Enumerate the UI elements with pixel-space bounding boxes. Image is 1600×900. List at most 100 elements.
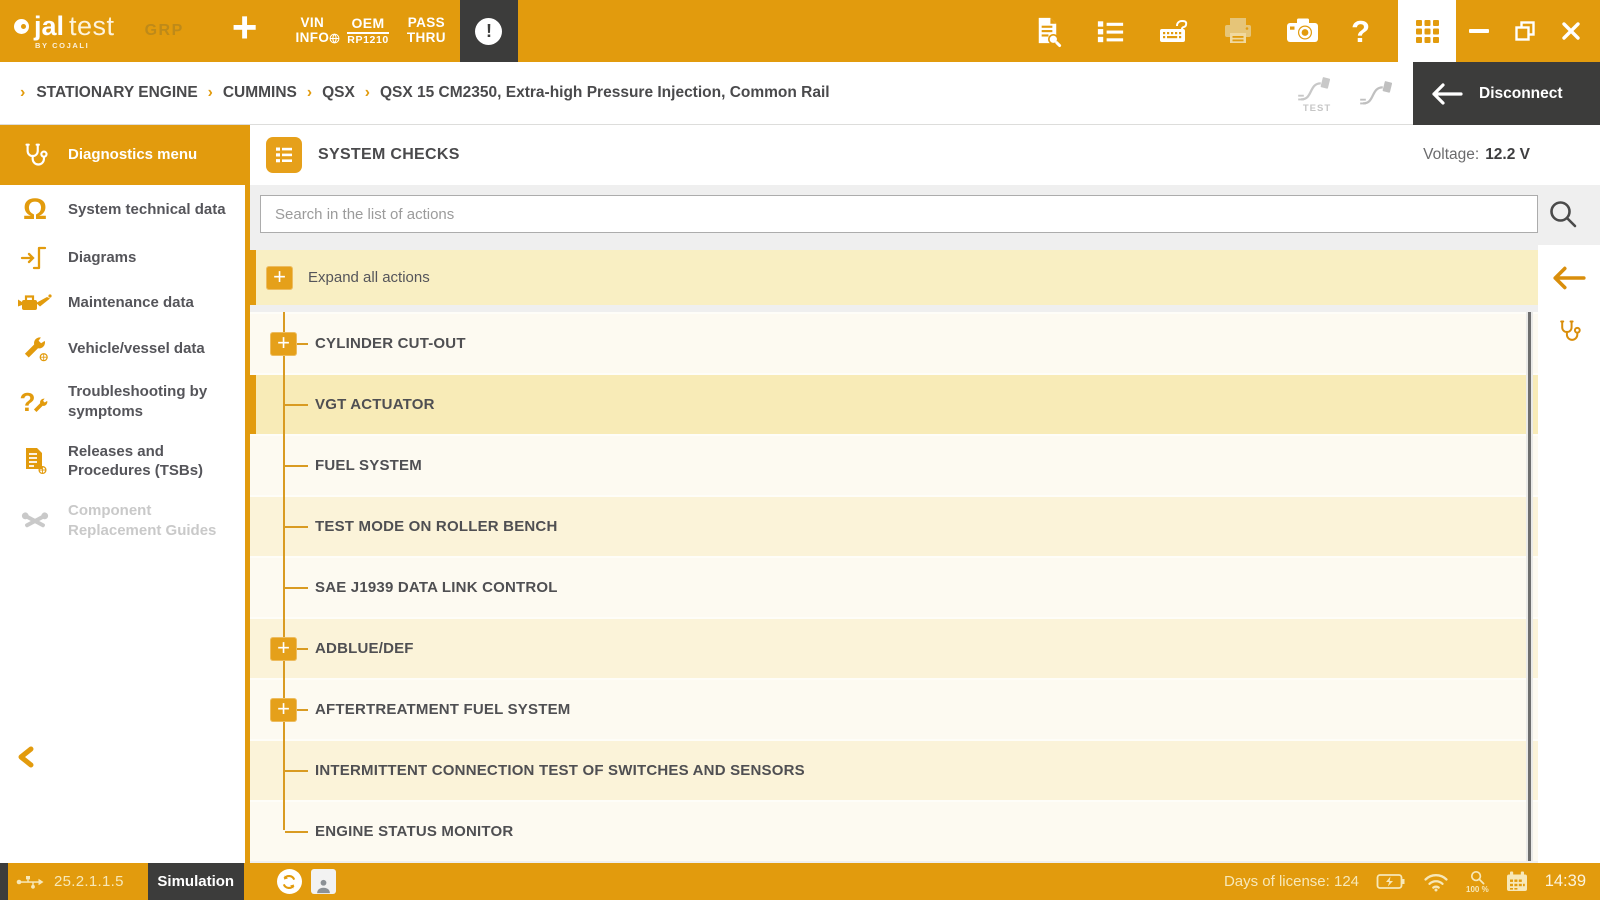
- minimize-button[interactable]: [1456, 0, 1502, 62]
- system-warnings-button[interactable]: !: [460, 0, 518, 62]
- keyboard-button[interactable]: [1157, 14, 1191, 48]
- warning-icon: !: [475, 18, 502, 45]
- tree-line: [283, 312, 285, 830]
- tree-tick: [285, 526, 308, 528]
- breadcrumb-item-brand[interactable]: CUMMINS: [223, 84, 297, 102]
- restore-button[interactable]: [1502, 0, 1548, 62]
- action-row-aftertreatment-fuel-system[interactable]: + AFTERTREATMENT FUEL SYSTEM: [250, 678, 1538, 739]
- main-panel: SYSTEM CHECKS Voltage:12.2 V + Expand al…: [250, 125, 1600, 863]
- action-row-engine-status-monitor[interactable]: ENGINE STATUS MONITOR: [250, 800, 1538, 861]
- sidebar-item-releases-tsbs[interactable]: Releases and Procedures (TSBs): [0, 432, 245, 492]
- disconnect-button[interactable]: Disconnect: [1413, 62, 1600, 125]
- back-button[interactable]: [1551, 265, 1587, 291]
- connector-test-label: TEST: [1303, 103, 1331, 114]
- action-row-sae-j1939-data-link[interactable]: SAE J1939 DATA LINK CONTROL: [250, 556, 1538, 617]
- expand-all-actions-row[interactable]: + Expand all actions: [250, 250, 1538, 305]
- breadcrumb-separator: ›: [307, 84, 312, 102]
- app-logo[interactable]: jaltest BY COJALI: [14, 13, 115, 50]
- help-button[interactable]: ?: [1351, 16, 1370, 47]
- jaltest-link-button[interactable]: [1358, 78, 1400, 110]
- zoom-level: 100 %: [1466, 886, 1489, 894]
- action-row-adblue-def[interactable]: + ADBLUE/DEF: [250, 617, 1538, 678]
- sidebar-item-system-technical-data[interactable]: Ω System technical data: [0, 185, 245, 235]
- scrollbar-track[interactable]: [1526, 312, 1533, 861]
- sidebar-item-label: Diagnostics menu: [68, 145, 197, 165]
- sidebar-item-label: Vehicle/vessel data: [68, 339, 205, 359]
- breadcrumb-separator: ›: [208, 84, 213, 102]
- user-account-button[interactable]: [311, 869, 336, 894]
- action-row-intermittent-connection-test[interactable]: INTERMITTENT CONNECTION TEST OF SWITCHES…: [250, 739, 1538, 800]
- printer-icon: [1221, 14, 1255, 48]
- restore-icon: [1514, 20, 1536, 42]
- sidebar-item-label: Diagrams: [68, 248, 136, 268]
- minimize-icon: [1469, 29, 1489, 33]
- expand-node-button[interactable]: +: [270, 698, 297, 722]
- print-button[interactable]: [1221, 14, 1255, 48]
- omega-icon: Ω: [14, 195, 56, 225]
- sidebar-item-component-replacement-guides: Component Replacement Guides: [0, 491, 245, 551]
- sync-button[interactable]: [277, 869, 302, 894]
- diagnostics-shortcut-button[interactable]: [1557, 319, 1582, 344]
- page-title: SYSTEM CHECKS: [318, 146, 460, 164]
- breadcrumb-item-system[interactable]: QSX 15 CM2350, Extra-high Pressure Injec…: [380, 84, 830, 102]
- pass-thru-button[interactable]: PASS THRU: [407, 16, 446, 46]
- breadcrumb-item-category[interactable]: STATIONARY ENGINE: [36, 84, 197, 102]
- sidebar-item-label: Maintenance data: [68, 293, 194, 313]
- breadcrumb-item-model[interactable]: QSX: [322, 84, 355, 102]
- search-input[interactable]: [260, 195, 1538, 233]
- usb-icon: [16, 874, 44, 890]
- apps-grid-button[interactable]: [1398, 0, 1456, 62]
- keyboard-icon: [1157, 14, 1191, 48]
- camera-icon: [1285, 14, 1321, 48]
- breadcrumb-separator: ›: [365, 84, 370, 102]
- new-session-button[interactable]: +: [232, 8, 258, 48]
- collapse-sidebar-button[interactable]: [14, 744, 38, 775]
- report-icon: [1031, 15, 1064, 48]
- magnifier-icon: [1470, 870, 1485, 885]
- tree-tick: [285, 587, 308, 589]
- connector-icon: [1358, 78, 1400, 110]
- action-row-vgt-actuator[interactable]: VGT ACTUATOR: [250, 373, 1538, 434]
- sidebar-item-troubleshooting[interactable]: ? Troubleshooting by symptoms: [0, 372, 245, 432]
- sidebar-item-label: System technical data: [68, 200, 226, 220]
- action-row-cylinder-cut-out[interactable]: + CYLINDER CUT-OUT: [250, 312, 1538, 373]
- expand-node-button[interactable]: +: [270, 637, 297, 661]
- back-arrow-icon: [1430, 82, 1464, 106]
- actions-list-button[interactable]: [1094, 15, 1127, 48]
- voltage-label: Voltage:: [1423, 146, 1479, 163]
- question-wrench-icon: ?: [14, 389, 56, 415]
- statusbar-edge: [0, 863, 8, 900]
- report-button[interactable]: [1031, 15, 1064, 48]
- oem-rp1210-button[interactable]: OEM RP1210: [347, 16, 389, 47]
- sidebar-item-maintenance-data[interactable]: Maintenance data: [0, 281, 245, 325]
- expand-all-plus-button[interactable]: +: [266, 266, 293, 290]
- screenshot-button[interactable]: [1285, 14, 1321, 48]
- breadcrumb-lead-chevron: ›: [20, 84, 25, 102]
- action-row-test-mode-roller-bench[interactable]: TEST MODE ON ROLLER BENCH: [250, 495, 1538, 556]
- oil-can-icon: [14, 291, 56, 315]
- close-button[interactable]: [1548, 0, 1594, 62]
- crossed-wrenches-icon: [14, 508, 56, 534]
- calendar-icon: [1506, 871, 1528, 892]
- grp-label: GRP: [145, 22, 184, 40]
- action-row-fuel-system[interactable]: FUEL SYSTEM: [250, 434, 1538, 495]
- back-arrow-icon: [1551, 265, 1587, 291]
- sidebar-item-diagrams[interactable]: Diagrams: [0, 235, 245, 281]
- disconnect-label: Disconnect: [1479, 85, 1563, 103]
- breadcrumb: STATIONARY ENGINE › CUMMINS › QSX › QSX …: [36, 84, 829, 102]
- scrollbar-thumb[interactable]: [1528, 312, 1531, 861]
- connection-icons: TEST: [1296, 62, 1400, 125]
- sidebar: Diagnostics menu Ω System technical data…: [0, 125, 245, 863]
- sidebar-item-vehicle-vessel-data[interactable]: Vehicle/vessel data: [0, 325, 245, 372]
- vin-info-button[interactable]: VIN INFO: [295, 16, 329, 46]
- clock: 14:39: [1545, 872, 1586, 891]
- expand-node-button[interactable]: +: [270, 332, 297, 356]
- search-icon[interactable]: [1547, 198, 1579, 235]
- jaltest-link-test-button[interactable]: TEST: [1296, 74, 1338, 114]
- sidebar-item-diagnostics-menu[interactable]: Diagnostics menu: [0, 125, 245, 185]
- grid-icon: [1415, 19, 1440, 44]
- sidebar-item-label: Component Replacement Guides: [68, 501, 239, 541]
- logo-text-light: test: [69, 13, 115, 40]
- license-days: Days of license: 124: [1224, 873, 1359, 890]
- tree-tick: [285, 770, 308, 772]
